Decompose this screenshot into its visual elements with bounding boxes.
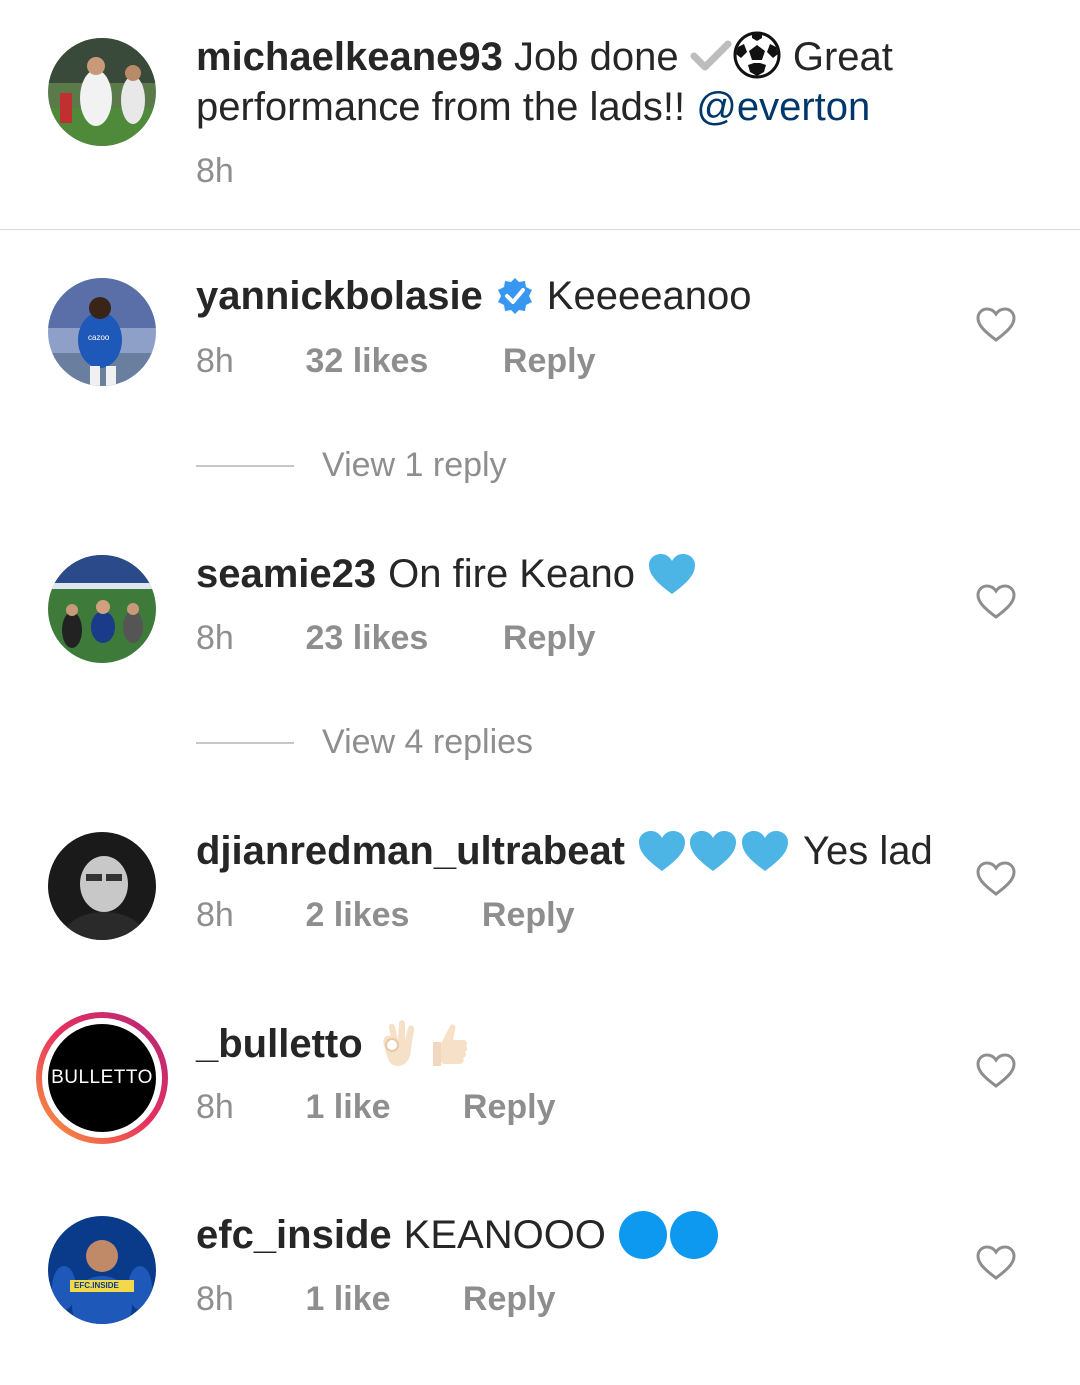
view-replies-line: [196, 464, 294, 467]
avatar-photo: [48, 1216, 156, 1324]
caption-text: michaelkeane93 Job done Great performanc…: [196, 30, 956, 132]
avatar-photo: cazoo: [48, 278, 156, 386]
comment-likes[interactable]: 32 likes: [305, 342, 493, 381]
comment-likes[interactable]: 2 likes: [305, 896, 472, 935]
comment-meta: 8h 2 likes Reply: [196, 896, 575, 935]
comment-time: 8h: [196, 342, 234, 380]
soccer-ball-icon: [733, 31, 781, 79]
like-heart-icon[interactable]: [976, 307, 1016, 343]
caption-mention-link[interactable]: @everton: [696, 85, 870, 129]
comment-username[interactable]: djianredman_ultrabeat: [196, 827, 625, 875]
blue-circle-icon: [618, 1211, 667, 1259]
comment-username[interactable]: efc_inside: [196, 1211, 392, 1259]
comment-likes[interactable]: 1 like: [305, 1088, 453, 1127]
avatar-photo: [48, 38, 156, 146]
view-replies-label: View 1 reply: [322, 446, 507, 484]
blue-heart-icon: [639, 831, 686, 871]
view-replies-button[interactable]: View 1 reply: [196, 446, 507, 485]
view-replies-label: View 4 replies: [322, 723, 534, 761]
comment-time: 8h: [196, 896, 234, 934]
like-heart-icon[interactable]: [976, 1245, 1016, 1281]
thumbs-up-icon: [432, 1024, 467, 1066]
comment-likes[interactable]: 1 like: [305, 1280, 453, 1319]
blue-heart-icon: [690, 831, 737, 871]
comment-text-row: efc_inside KEANOOO: [196, 1210, 720, 1260]
view-replies-line: [196, 741, 294, 744]
reply-button[interactable]: Reply: [463, 1280, 556, 1319]
ok-hand-icon: [383, 1020, 414, 1066]
comment-body: Keeeeanoo: [546, 274, 752, 318]
reply-button[interactable]: Reply: [503, 619, 596, 658]
avatar-logo-text: BULLETTO: [51, 1067, 153, 1088]
comment-username[interactable]: yannickbolasie: [196, 272, 483, 320]
comment-time: 8h: [196, 619, 234, 657]
comment-username[interactable]: seamie23: [196, 550, 376, 598]
comment-body: KEANOOO: [403, 1213, 606, 1257]
like-heart-icon[interactable]: [976, 1053, 1016, 1089]
story-ring-gap: BULLETTO: [42, 1018, 162, 1138]
caption-divider: [0, 229, 1080, 230]
comment-avatar-seamie23[interactable]: [48, 555, 156, 663]
avatar-photo: [48, 555, 156, 663]
comment-likes[interactable]: 23 likes: [305, 619, 493, 658]
comment-body: On fire Keano: [388, 552, 635, 596]
comment-avatar-yannickbolasie[interactable]: cazoo: [48, 278, 156, 386]
comment-body: Yes lad: [803, 829, 933, 873]
comment-meta: 8h 1 like Reply: [196, 1088, 556, 1127]
comment-text-row: seamie23 On fire Keano: [196, 550, 697, 598]
svg-text:cazoo: cazoo: [88, 333, 110, 342]
comment-text-row: yannickbolasie Keeeeanoo: [196, 272, 751, 320]
like-heart-icon[interactable]: [976, 584, 1016, 620]
comment-username[interactable]: _bulletto: [196, 1020, 363, 1068]
comment-time: 8h: [196, 1280, 234, 1318]
caption-time: 8h: [196, 152, 234, 190]
comment-time: 8h: [196, 1088, 234, 1126]
reply-button[interactable]: Reply: [482, 896, 575, 935]
reply-button[interactable]: Reply: [463, 1088, 556, 1127]
avatar-logo-text: EFC.INSIDE: [74, 1281, 119, 1290]
story-ring[interactable]: BULLETTO: [36, 1012, 168, 1144]
comment-meta: 8h 23 likes Reply: [196, 619, 596, 658]
check-mark-icon: [690, 40, 732, 71]
comment-meta: 8h 32 likes Reply: [196, 342, 596, 381]
caption-username[interactable]: michaelkeane93: [196, 35, 503, 79]
like-heart-icon[interactable]: [976, 861, 1016, 897]
caption-avatar[interactable]: [48, 38, 156, 146]
verified-badge-icon: [497, 278, 532, 314]
view-replies-button[interactable]: View 4 replies: [196, 723, 533, 762]
comment-avatar-djianredman[interactable]: [48, 832, 156, 940]
caption-text-part1: Job done: [514, 35, 679, 79]
blue-heart-icon: [742, 831, 789, 871]
blue-circle-icon: [669, 1211, 718, 1259]
comment-text-row: _bulletto: [196, 1018, 471, 1070]
reply-button[interactable]: Reply: [503, 342, 596, 381]
comment-meta: 8h 1 like Reply: [196, 1280, 556, 1319]
comment-avatar-efc-inside[interactable]: EFC.INSIDE: [48, 1216, 156, 1324]
comment-avatar-bulletto: BULLETTO: [48, 1024, 156, 1132]
avatar-photo: [48, 832, 156, 940]
comment-text-row: djianredman_ultrabeat Yes lad: [196, 827, 933, 875]
blue-heart-icon: [648, 554, 695, 594]
